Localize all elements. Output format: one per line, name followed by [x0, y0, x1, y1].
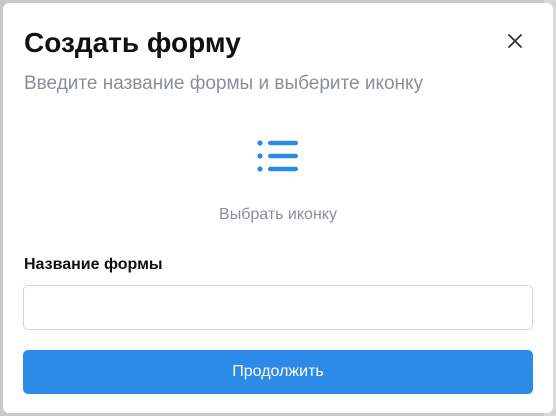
close-button[interactable] [502, 28, 528, 54]
dialog-subtitle: Введите название формы и выберите иконку [24, 73, 424, 94]
choose-icon-button[interactable]: Выбрать иконку [193, 129, 363, 229]
close-icon [508, 34, 522, 48]
continue-button[interactable]: Продолжить [23, 350, 533, 394]
choose-icon-label: Выбрать иконку [219, 206, 337, 223]
list-icon [257, 140, 298, 172]
form-name-input[interactable] [23, 285, 533, 330]
dialog-title: Создать форму [24, 27, 241, 58]
form-name-label: Название формы [24, 256, 163, 273]
create-form-dialog: Создать форму Введите название формы и в… [3, 3, 553, 413]
